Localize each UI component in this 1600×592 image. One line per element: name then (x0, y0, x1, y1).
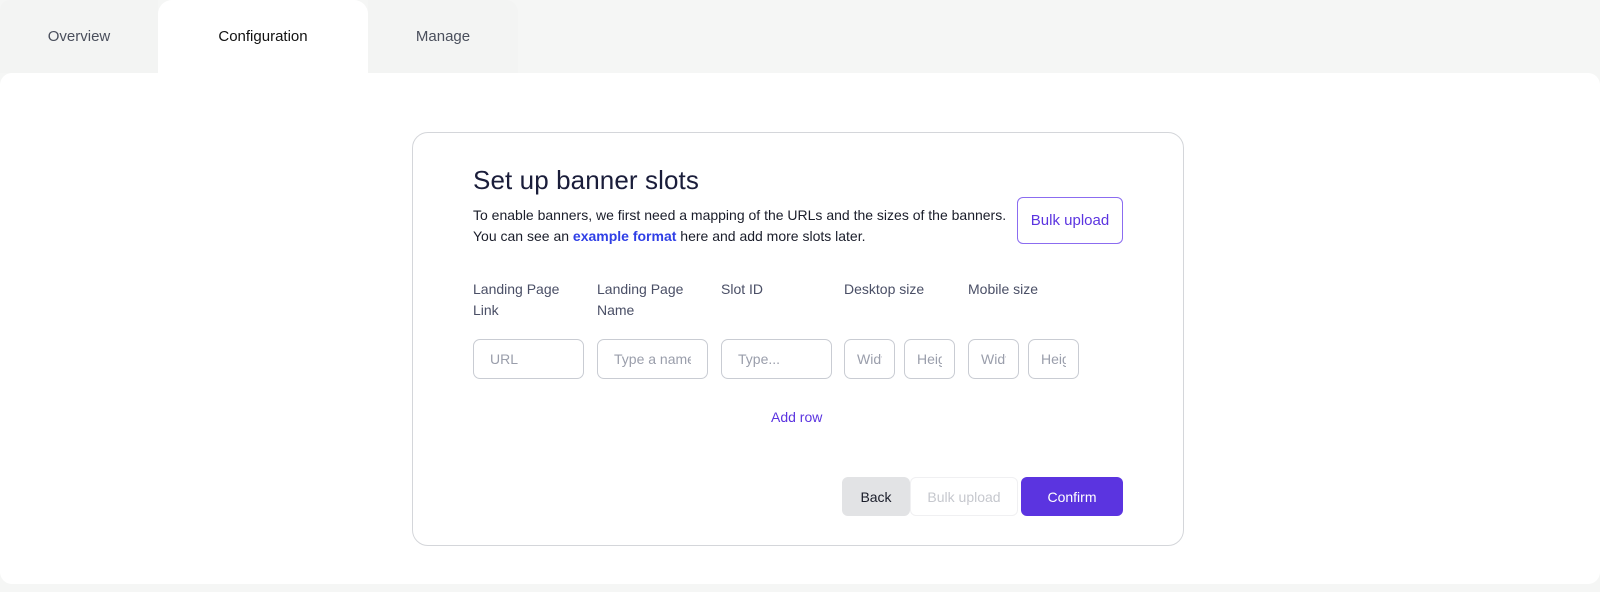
column-label-desktop-size: Desktop size (844, 281, 925, 297)
mobile-width-input[interactable] (968, 339, 1019, 379)
bulk-upload-button-disabled[interactable]: Bulk upload (910, 477, 1018, 516)
landing-page-url-input[interactable] (473, 339, 584, 379)
tab-manage[interactable]: Manage (368, 0, 518, 73)
landing-page-name-input[interactable] (597, 339, 708, 379)
back-button[interactable]: Back (842, 477, 910, 516)
mobile-height-input[interactable] (1028, 339, 1079, 379)
desktop-width-input[interactable] (844, 339, 895, 379)
banner-slots-card: Set up banner slots To enable banners, w… (412, 132, 1184, 546)
confirm-button[interactable]: Confirm (1021, 477, 1123, 516)
slot-id-input[interactable] (721, 339, 832, 379)
bulk-upload-button-top[interactable]: Bulk upload (1017, 197, 1123, 244)
column-label-slot-id: Slot ID (721, 281, 764, 297)
description-line-1: To enable banners, we first need a mappi… (473, 207, 1007, 223)
column-label-mobile-size: Mobile size (968, 281, 1039, 297)
description-line-2-start: You can see an (473, 228, 573, 244)
add-row-link[interactable]: Add row (771, 409, 822, 425)
page-title: Set up banner slots (473, 165, 699, 195)
description: To enable banners, we first need a mappi… (473, 205, 1033, 247)
tab-configuration[interactable]: Configuration (158, 0, 368, 73)
desktop-height-input[interactable] (904, 339, 955, 379)
description-line-2-end: here and add more slots later. (676, 228, 866, 244)
column-label-landing-page-name: Landing Page Name (597, 281, 684, 318)
example-format-link[interactable]: example format (573, 228, 676, 244)
tab-overview[interactable]: Overview (0, 0, 158, 73)
column-label-landing-page-link: Landing Page Link (473, 281, 560, 318)
tab-bar: Overview Configuration Manage (0, 0, 520, 73)
